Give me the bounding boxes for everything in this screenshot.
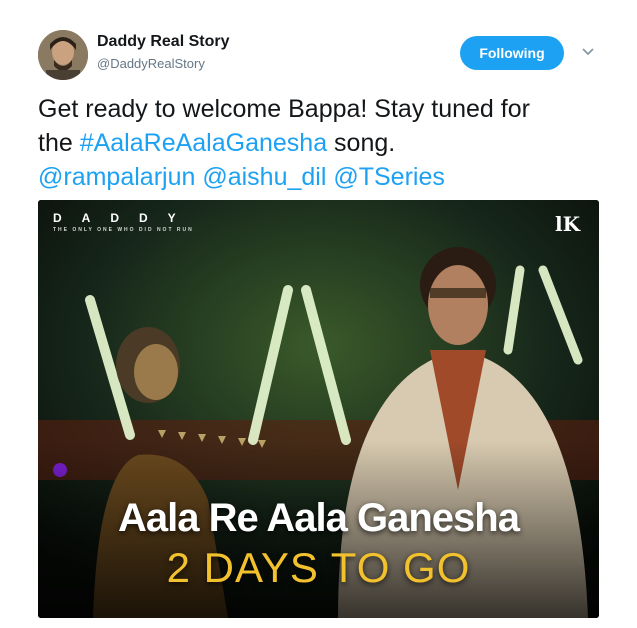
- poster-subtitle: 2 DAYS TO GO: [166, 544, 471, 591]
- following-button[interactable]: Following: [460, 36, 564, 70]
- mention-link-aishu-dil[interactable]: @aishu_dil: [202, 163, 326, 191]
- tweet-text-prefix: the: [38, 129, 80, 157]
- avatar-image: [38, 30, 88, 80]
- mention-link-rampalarjun[interactable]: @rampalarjun: [38, 163, 195, 191]
- mention-link-tseries[interactable]: @TSeries: [333, 163, 445, 191]
- author-name[interactable]: Daddy Real Story: [97, 33, 229, 51]
- poster-title: Aala Re Aala Ganesha: [118, 496, 520, 540]
- poster-brand-tagline: THE ONLY ONE WHO DID NOT RUN: [53, 227, 194, 233]
- poster-logo: lK: [555, 212, 580, 236]
- chevron-down-icon[interactable]: [581, 46, 595, 58]
- tweet-line-3: @rampalarjun @aishu_dil @TSeries: [38, 160, 613, 194]
- poster-brand-title: DADDY: [53, 211, 196, 225]
- tweet-line-2: the #AalaReAalaGanesha song.: [38, 126, 613, 160]
- avatar[interactable]: [38, 30, 88, 80]
- author-handle[interactable]: @DaddyRealStory: [97, 56, 205, 71]
- tweet-text-suffix: song.: [327, 129, 396, 157]
- tweet-text: Get ready to welcome Bappa! Stay tuned f…: [38, 92, 613, 194]
- tweet-line-1: Get ready to welcome Bappa! Stay tuned f…: [38, 95, 530, 123]
- tweet-card: Daddy Real Story @DaddyRealStory Followi…: [0, 0, 637, 628]
- hashtag-link[interactable]: #AalaReAalaGanesha: [80, 129, 327, 157]
- tweet-media-image[interactable]: DADDY THE ONLY ONE WHO DID NOT RUN lK Aa…: [38, 200, 599, 618]
